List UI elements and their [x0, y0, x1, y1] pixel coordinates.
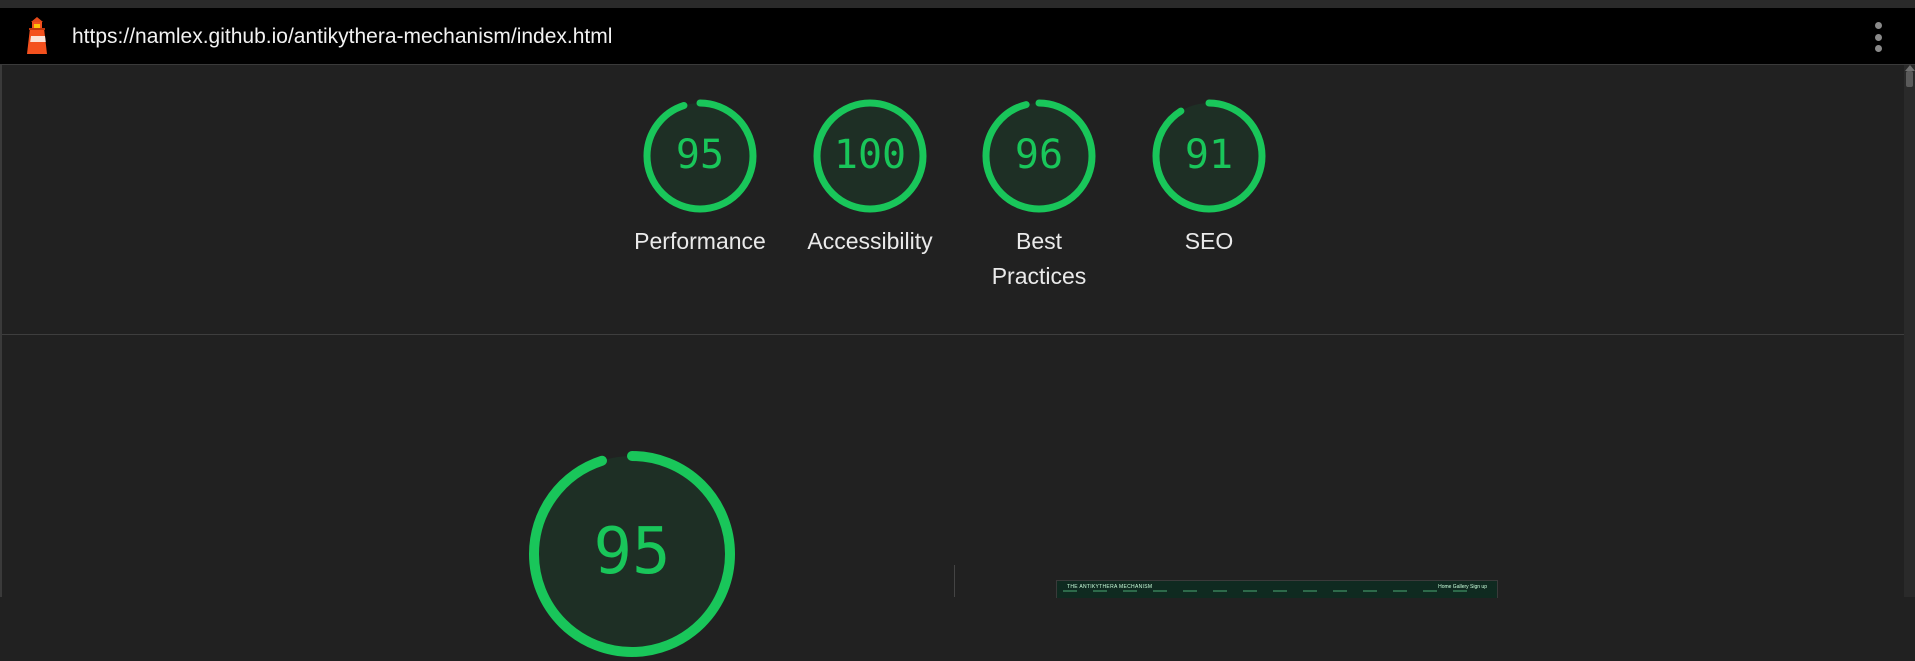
- url-bar: https://namlex.github.io/antikythera-mec…: [0, 8, 1915, 65]
- thumbnail-content: [1063, 590, 1483, 592]
- seo-score-ring: 91: [1152, 99, 1266, 213]
- final-screenshot-thumbnail[interactable]: THE ANTIKYTHERA MECHANISM Home Gallery S…: [1056, 580, 1498, 598]
- left-edge: [0, 65, 2, 597]
- vertical-divider: [954, 565, 955, 597]
- score-accessibility: 100: [834, 132, 906, 178]
- label-seo: SEO: [1184, 228, 1234, 254]
- accessibility-score-ring: 100: [813, 99, 927, 213]
- scrollbar-thumb[interactable]: [1906, 71, 1913, 87]
- label-best-practices: Best Practices: [991, 228, 1087, 289]
- best-practices-score-ring: 96: [982, 99, 1096, 213]
- score-performance: 95: [676, 132, 724, 178]
- performance-score-ring: 95: [643, 99, 757, 213]
- section-divider: [2, 334, 1904, 335]
- gauge-performance[interactable]: 95 Performance: [620, 98, 780, 259]
- score-best-practices: 96: [1015, 132, 1063, 178]
- scrollbar[interactable]: [1904, 65, 1915, 597]
- large-performance-gauge: 95: [529, 451, 735, 657]
- gauge-accessibility[interactable]: 100 Accessibility: [790, 98, 950, 259]
- label-accessibility: Accessibility: [807, 228, 933, 254]
- page-url[interactable]: https://namlex.github.io/antikythera-mec…: [72, 25, 612, 49]
- gauge-seo[interactable]: 91 SEO: [1129, 98, 1289, 259]
- label-performance: Performance: [634, 228, 766, 254]
- kebab-menu-icon[interactable]: [1870, 22, 1886, 52]
- lighthouse-icon: [27, 17, 47, 54]
- score-seo: 91: [1185, 132, 1233, 178]
- large-performance-score: 95: [593, 515, 670, 589]
- gauge-best-practices[interactable]: 96 Best Practices: [959, 98, 1119, 294]
